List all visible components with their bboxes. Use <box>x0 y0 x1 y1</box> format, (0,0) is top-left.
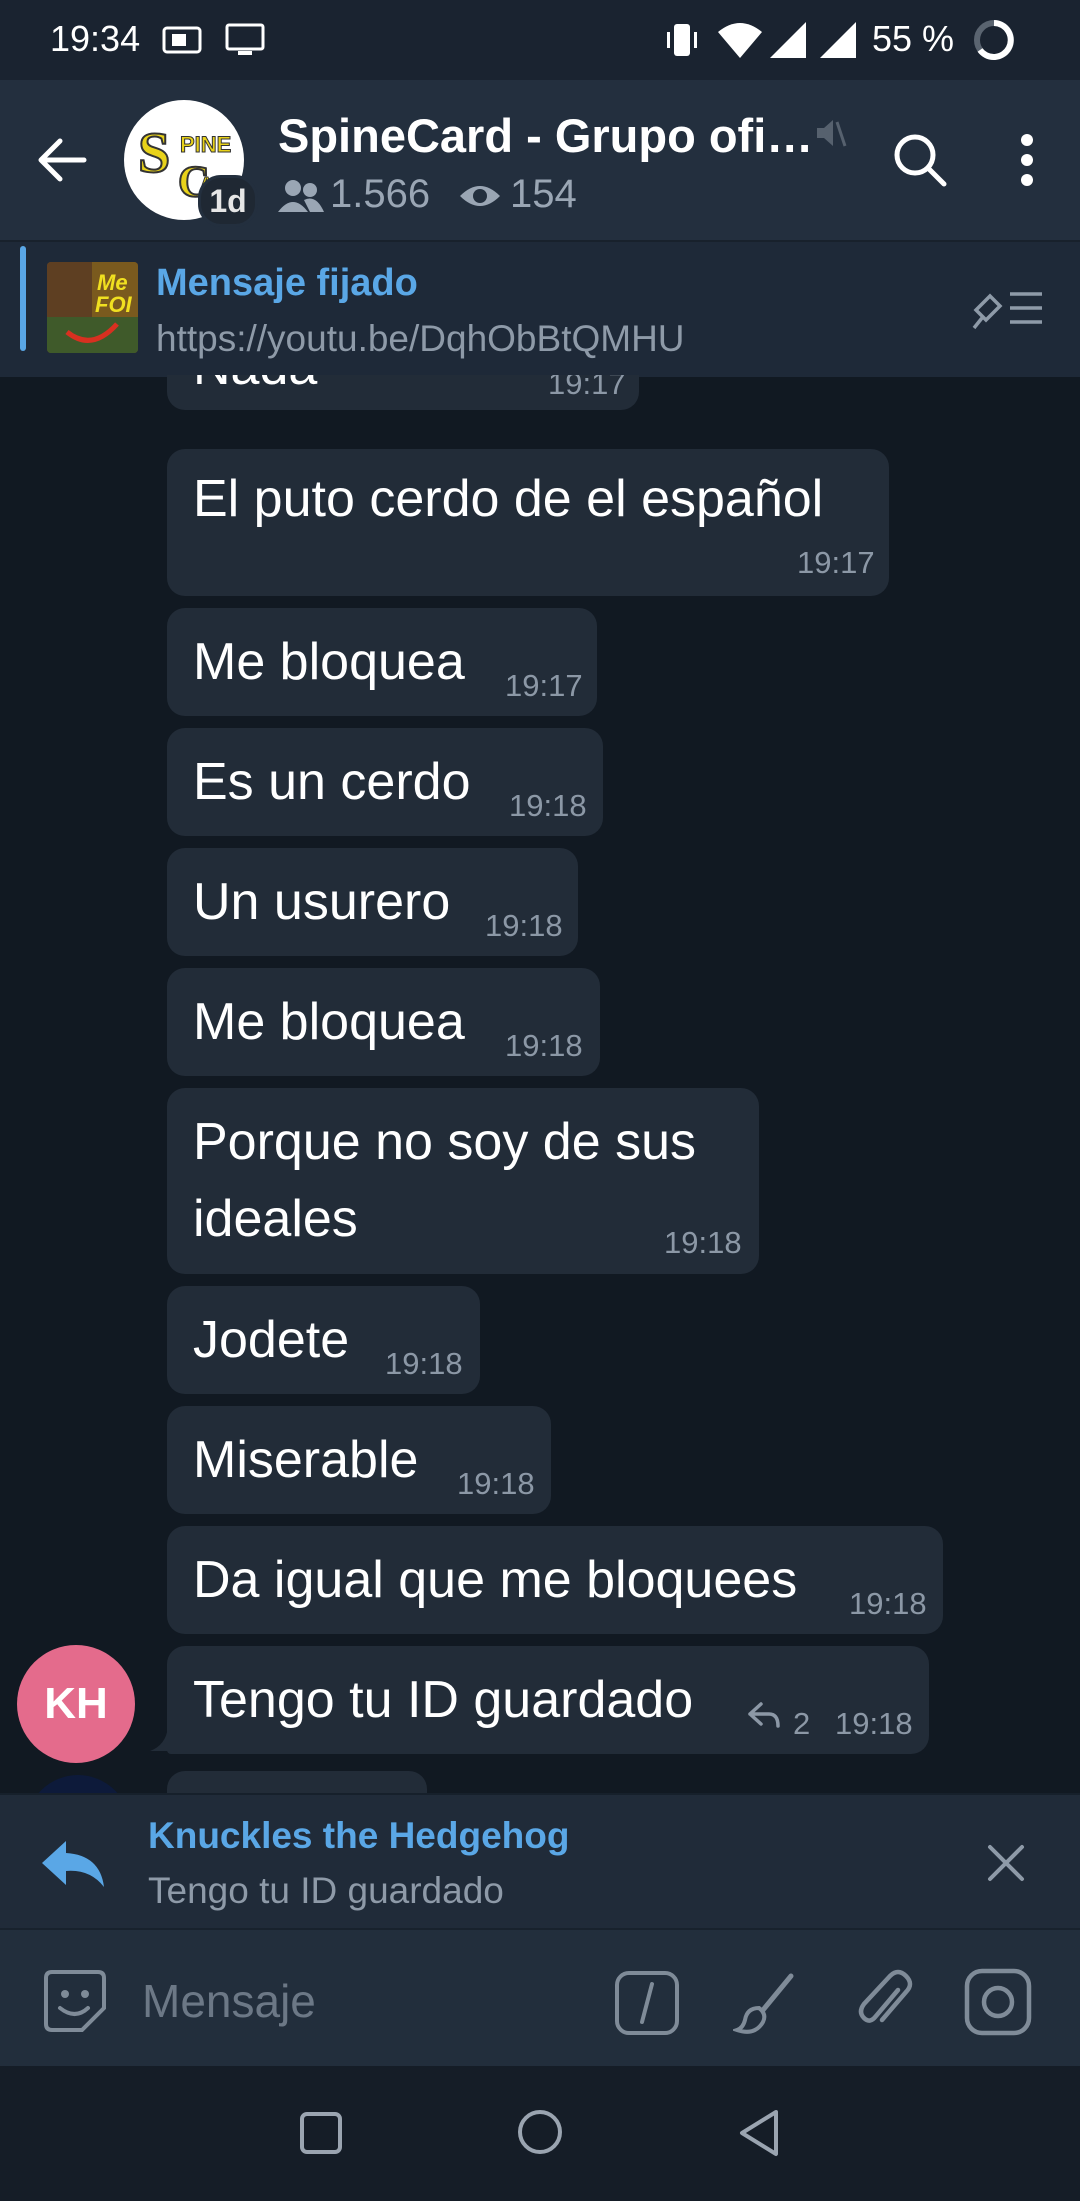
svg-text:FOI: FOI <box>95 292 133 317</box>
status-time: 19:34 <box>50 18 141 59</box>
pinned-label: Mensaje fijado <box>156 262 418 304</box>
battery-ring-icon <box>974 20 1014 60</box>
message-bubble[interactable]: Da igual que me bloquees 19:18 <box>167 1526 943 1634</box>
svg-text:S: S <box>138 120 170 185</box>
signal-icon-1 <box>770 22 806 58</box>
home-icon[interactable] <box>516 2108 564 2156</box>
message-text: Un usurero <box>193 873 451 931</box>
camera-icon[interactable] <box>964 1968 1032 2036</box>
message-time: 19:18 <box>835 1706 913 1741</box>
pinned-url[interactable]: https://youtu.be/DqhObBtQMHU <box>156 318 685 360</box>
system-nav-bar <box>0 2066 1080 2201</box>
back-arrow-icon[interactable] <box>34 132 90 188</box>
pinned-indicator <box>20 246 26 351</box>
message-time: 19:18 <box>849 1586 927 1621</box>
message-text: Da igual que me bloquees <box>193 1551 798 1609</box>
pinned-list-icon[interactable] <box>970 284 1046 332</box>
close-icon[interactable] <box>986 1843 1026 1883</box>
wifi-icon <box>718 23 762 58</box>
message-time: 19:17 <box>548 375 626 401</box>
back-nav-icon[interactable] <box>736 2108 782 2158</box>
reply-count[interactable]: 2 <box>793 1706 810 1742</box>
message-bubble[interactable]: El puto cerdo de el español 19:17 <box>167 449 889 596</box>
muted-icon <box>817 120 847 147</box>
svg-text:PINE: PINE <box>180 132 231 157</box>
message-text: El puto cerdo de el español <box>193 470 824 528</box>
avatar-badge: 1d <box>198 175 258 227</box>
reply-preview-bar: Knuckles the Hedgehog Tengo tu ID guarda… <box>0 1793 1080 1930</box>
battery-percent: 55 % <box>872 18 955 59</box>
message-time: 19:18 <box>509 788 587 823</box>
message-bubble[interactable]: Miserable 19:18 <box>167 1406 551 1514</box>
message-time: 19:18 <box>385 1346 463 1381</box>
message-time: 19:18 <box>505 1028 583 1063</box>
reply-count-icon[interactable] <box>747 1700 781 1730</box>
message-text: Me bloquea <box>193 993 465 1051</box>
sticker-icon[interactable] <box>42 1968 108 2034</box>
photo-notification-icon <box>162 26 202 54</box>
eye-icon <box>460 186 500 206</box>
search-icon[interactable] <box>890 130 950 190</box>
message-text: Nada <box>193 375 317 397</box>
message-text-line-2: ideales <box>193 1190 358 1248</box>
chat-header: S PINE C ARD 1d SpineCard - Grupo ofi… 1… <box>0 80 1080 240</box>
message-text: Jodete <box>193 1311 350 1369</box>
message-bubble[interactable]: Tengo tu ID guardado 2 19:18 <box>167 1646 929 1754</box>
cast-notification-icon <box>225 23 265 55</box>
next-sender-avatar[interactable] <box>26 1775 130 1793</box>
more-options-icon[interactable] <box>1012 132 1042 188</box>
chat-title[interactable]: SpineCard - Grupo ofi… <box>278 108 813 163</box>
brush-icon[interactable] <box>733 1970 799 2036</box>
message-bubble[interactable]: Un usurero 19:18 <box>167 848 578 956</box>
message-text: Porque no soy de sus <box>193 1113 696 1171</box>
message-time: 19:17 <box>505 668 583 703</box>
reply-author: Knuckles the Hedgehog <box>148 1815 570 1856</box>
message-bubble[interactable]: Porque no soy de sus ideales 19:18 <box>167 1088 759 1274</box>
bot-commands-icon[interactable] <box>614 1970 680 2036</box>
message-time: 19:18 <box>664 1225 742 1260</box>
avatar-initials: KH <box>44 1679 108 1728</box>
message-bubble-partial[interactable] <box>167 1771 427 1793</box>
view-count: 154 <box>510 172 577 216</box>
status-bar: 19:34 55 % <box>0 0 1080 80</box>
sender-avatar[interactable]: KH <box>17 1645 135 1763</box>
message-text: Es un cerdo <box>193 753 471 811</box>
message-bubble[interactable]: Nada 19:17 <box>167 375 639 410</box>
message-text: Tengo tu ID guardado <box>193 1671 694 1729</box>
message-time: 19:18 <box>457 1466 535 1501</box>
reply-icon <box>42 1841 104 1887</box>
message-bubble[interactable]: Me bloquea 19:17 <box>167 608 597 716</box>
members-icon <box>278 180 324 212</box>
message-text: Miserable <box>193 1431 419 1489</box>
message-list[interactable]: Nada 19:17 El puto cerdo de el español 1… <box>0 375 1080 1793</box>
signal-icon-2 <box>820 22 856 58</box>
reply-preview-text: Tengo tu ID guardado <box>148 1870 504 1911</box>
message-text: Me bloquea <box>193 633 465 691</box>
vibrate-icon <box>667 24 697 56</box>
pinned-message-bar[interactable]: Me FOI Mensaje fijado https://youtu.be/D… <box>0 240 1080 377</box>
message-bubble[interactable]: Me bloquea 19:18 <box>167 968 600 1076</box>
composer-bar: Mensaje <box>0 1928 1080 2068</box>
message-bubble[interactable]: Jodete 19:18 <box>167 1286 480 1394</box>
attach-icon[interactable] <box>852 1968 918 2034</box>
recents-icon[interactable] <box>298 2110 344 2156</box>
pinned-thumbnail: Me FOI <box>47 262 138 353</box>
message-bubble[interactable]: Es un cerdo 19:18 <box>167 728 603 836</box>
message-time: 19:18 <box>485 908 563 943</box>
message-input[interactable]: Mensaje <box>142 1974 316 2028</box>
member-count: 1.566 <box>330 172 431 216</box>
message-time: 19:17 <box>797 545 875 580</box>
